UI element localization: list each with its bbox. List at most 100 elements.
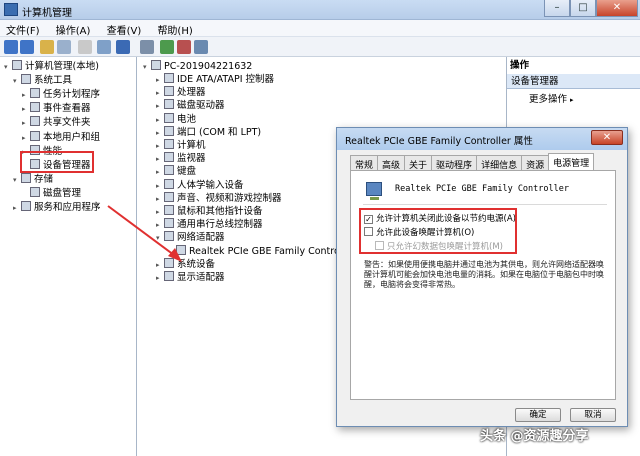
device-category-icon bbox=[164, 205, 174, 215]
tree-item[interactable]: ▾ 计算机管理(本地) bbox=[4, 60, 99, 73]
expand-arrow-icon[interactable]: ▸ bbox=[156, 166, 164, 179]
tree-node-icon bbox=[21, 201, 31, 211]
ok-button[interactable]: 确定 bbox=[515, 408, 561, 422]
title-bar: 计算机管理 – □ ✕ bbox=[0, 0, 640, 20]
menu-action[interactable]: 操作(A) bbox=[50, 20, 98, 37]
maximize-button[interactable]: □ bbox=[570, 0, 596, 17]
device-category-icon bbox=[164, 152, 174, 163]
device-category[interactable]: ▸ 处理器 bbox=[156, 86, 206, 99]
tree-item-label: 共享文件夹 bbox=[43, 117, 91, 129]
device-category[interactable]: ▸ 监视器 bbox=[156, 152, 206, 165]
expand-arrow-icon[interactable]: ▸ bbox=[156, 153, 164, 166]
expand-arrow-icon[interactable]: ▸ bbox=[156, 206, 164, 219]
uninstall-icon[interactable] bbox=[177, 40, 191, 54]
tab-resources[interactable]: 资源 bbox=[521, 155, 550, 171]
tree-item[interactable]: ▸ 事件查看器 bbox=[22, 102, 91, 115]
expand-arrow-icon[interactable]: ▸ bbox=[156, 74, 164, 87]
device-category-icon bbox=[164, 178, 174, 189]
disable-device-icon[interactable] bbox=[194, 40, 208, 54]
expand-arrow-icon[interactable]: ▸ bbox=[22, 103, 30, 116]
cancel-button[interactable]: 取消 bbox=[570, 408, 616, 422]
device-category[interactable]: ▸ 电池 bbox=[156, 112, 196, 127]
device-category[interactable]: ▾ 网络适配器 bbox=[156, 231, 225, 244]
device-category[interactable]: ▸ 显示适配器 bbox=[156, 271, 225, 284]
device-category[interactable]: ▸ 鼠标和其他指针设备 bbox=[156, 205, 263, 218]
tab-about[interactable]: 关于 bbox=[404, 155, 433, 171]
menu-help[interactable]: 帮助(H) bbox=[151, 20, 199, 37]
minimize-button[interactable]: – bbox=[544, 0, 570, 17]
export-icon[interactable] bbox=[97, 40, 111, 54]
expand-arrow-icon[interactable]: ▸ bbox=[22, 89, 30, 102]
menu-file[interactable]: 文件(F) bbox=[0, 20, 47, 37]
expand-arrow-icon[interactable]: ▸ bbox=[22, 117, 30, 130]
device-category[interactable]: ▸ 计算机 bbox=[156, 139, 206, 152]
expand-arrow-icon[interactable]: ▸ bbox=[156, 259, 164, 272]
device-category-icon bbox=[164, 99, 174, 110]
close-button[interactable]: ✕ bbox=[596, 0, 638, 17]
device-category-icon bbox=[164, 86, 174, 97]
tree-node-icon bbox=[21, 172, 31, 183]
expand-arrow-icon[interactable]: ▸ bbox=[156, 219, 164, 232]
tab-driver[interactable]: 驱动程序 bbox=[431, 155, 478, 171]
device-category[interactable]: ▸ 键盘 bbox=[156, 165, 196, 178]
tab-details[interactable]: 详细信息 bbox=[476, 155, 523, 171]
device-category[interactable]: ▸ 人体学输入设备 bbox=[156, 178, 244, 193]
device-category-icon bbox=[164, 231, 174, 242]
tree-item[interactable]: ▸ 本地用户和组 bbox=[22, 130, 100, 145]
network-adapter-icon bbox=[366, 182, 382, 200]
device-category[interactable]: ▸ 通用串行总线控制器 bbox=[156, 218, 263, 231]
tree-item[interactable]: ▸ 服务和应用程序 bbox=[13, 201, 101, 214]
tree-item[interactable]: ▾ 系统工具 bbox=[13, 74, 72, 87]
collapse-arrow-icon[interactable]: ▾ bbox=[4, 61, 12, 74]
tree-item-label: 存储 bbox=[34, 173, 54, 185]
expand-arrow-icon[interactable]: ▸ bbox=[156, 127, 164, 140]
tree-item[interactable]: ▾ 存储 bbox=[13, 172, 54, 187]
device-tree-root[interactable]: ▾ PC-201904221632 bbox=[143, 60, 252, 73]
device-category[interactable]: ▸ IDE ATA/ATAPI 控制器 bbox=[156, 73, 274, 86]
expand-arrow-icon[interactable]: ▸ bbox=[13, 202, 21, 215]
window-title: 计算机管理 bbox=[22, 8, 72, 19]
tree-item[interactable]: 磁盘管理 bbox=[22, 186, 81, 200]
more-actions[interactable]: 更多操作 ▸ bbox=[529, 93, 574, 106]
device-category[interactable]: ▸ 磁盘驱动器 bbox=[156, 99, 225, 112]
device-category[interactable]: ▸ 系统设备 bbox=[156, 257, 216, 272]
collapse-arrow-icon[interactable]: ▾ bbox=[13, 75, 21, 88]
options-highlight bbox=[359, 208, 517, 254]
tab-general[interactable]: 常规 bbox=[350, 155, 379, 171]
back-icon[interactable] bbox=[4, 40, 18, 54]
forward-icon[interactable] bbox=[20, 40, 34, 54]
tree-item[interactable]: ▸ 共享文件夹 bbox=[22, 116, 91, 129]
computer-icon bbox=[151, 60, 161, 70]
tree-node-icon bbox=[30, 186, 40, 197]
help-icon[interactable] bbox=[116, 40, 130, 54]
collapse-arrow-icon[interactable]: ▾ bbox=[13, 174, 21, 187]
tree-item[interactable]: ▸ 任务计划程序 bbox=[22, 88, 100, 101]
show-tree-icon[interactable] bbox=[57, 40, 71, 54]
tree-item-label: 任务计划程序 bbox=[43, 89, 101, 101]
device-category[interactable]: ▸ 声音、视频和游戏控制器 bbox=[156, 191, 282, 206]
actions-device-manager[interactable]: 设备管理器 bbox=[507, 74, 640, 89]
up-folder-icon[interactable] bbox=[40, 40, 54, 54]
collapse-arrow-icon[interactable]: ▾ bbox=[156, 232, 164, 245]
device-category[interactable]: ▸ 端口 (COM 和 LPT) bbox=[156, 125, 261, 140]
device-label: 系统设备 bbox=[177, 258, 216, 270]
scan-hardware-icon[interactable] bbox=[140, 40, 154, 54]
tab-power-management[interactable]: 电源管理 bbox=[548, 153, 595, 170]
update-driver-icon[interactable] bbox=[160, 40, 174, 54]
expand-arrow-icon[interactable]: ▸ bbox=[156, 114, 164, 127]
expand-arrow-icon[interactable]: ▸ bbox=[156, 193, 164, 206]
dialog-close-button[interactable]: ✕ bbox=[591, 130, 623, 145]
properties-icon[interactable] bbox=[78, 40, 92, 54]
divider bbox=[363, 204, 607, 205]
expand-arrow-icon[interactable]: ▸ bbox=[156, 140, 164, 153]
expand-arrow-icon[interactable]: ▸ bbox=[22, 132, 30, 145]
expand-arrow-icon[interactable]: ▸ bbox=[156, 180, 164, 193]
toolbar bbox=[0, 37, 640, 57]
device-realtek-controller[interactable]: Realtek PCIe GBE Family Controller bbox=[168, 244, 355, 258]
device-label: 通用串行总线控制器 bbox=[177, 219, 263, 231]
menu-view[interactable]: 查看(V) bbox=[101, 20, 149, 37]
tab-advanced[interactable]: 高级 bbox=[377, 155, 406, 171]
expand-arrow-icon[interactable]: ▸ bbox=[156, 87, 164, 100]
expand-arrow-icon[interactable]: ▸ bbox=[156, 272, 164, 285]
expand-arrow-icon[interactable]: ▸ bbox=[156, 100, 164, 113]
